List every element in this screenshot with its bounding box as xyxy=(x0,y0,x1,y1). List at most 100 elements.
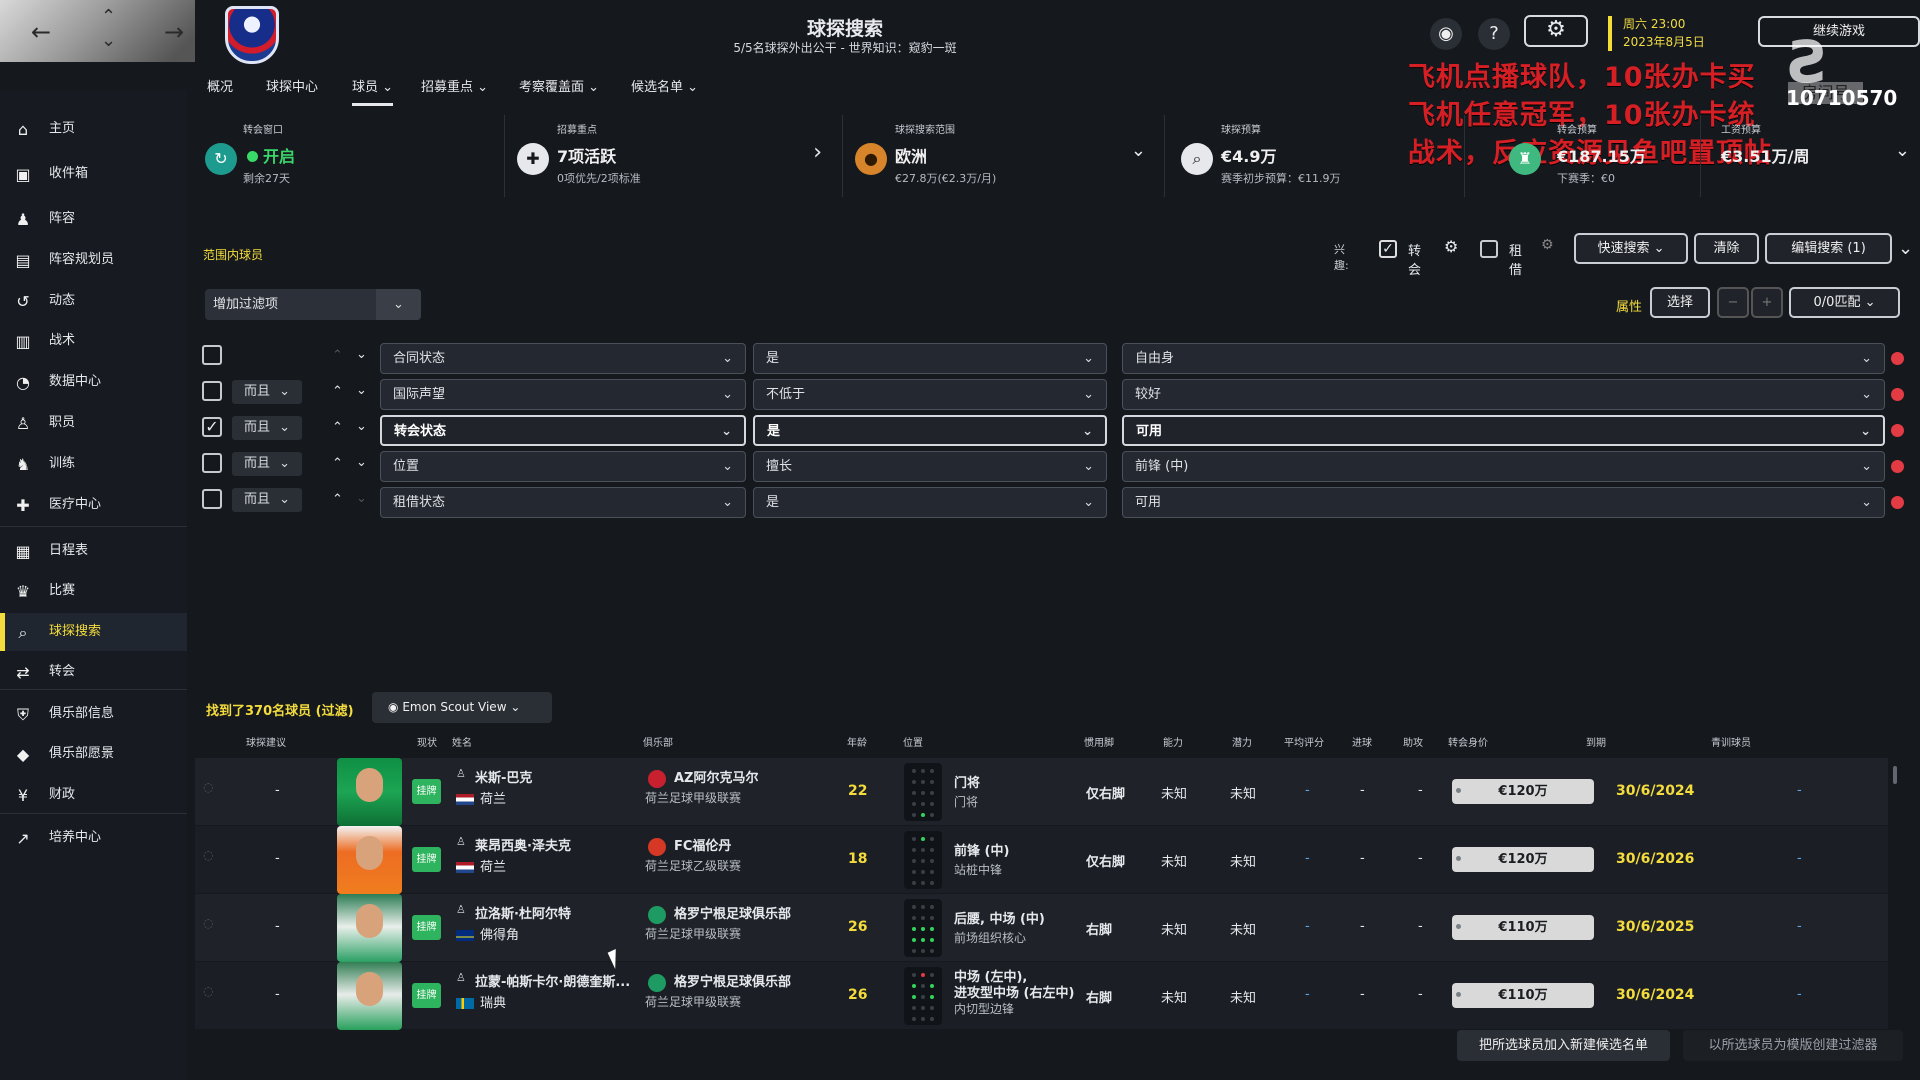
add-filter-dropdown[interactable]: 增加过滤项 ⌄ xyxy=(205,289,421,320)
sidebar-item-8[interactable]: ♞ 训练 xyxy=(0,445,187,483)
sidebar-item-5[interactable]: ▥ 战术 xyxy=(0,322,187,360)
player-photo[interactable] xyxy=(337,826,402,894)
move-down-icon[interactable]: ⌄ xyxy=(356,383,367,398)
move-up-icon[interactable]: ⌃ xyxy=(332,420,343,435)
chevron-right-icon[interactable]: › xyxy=(813,140,822,165)
chevron-down-icon[interactable]: ⌄ xyxy=(1898,238,1913,259)
help-icon[interactable]: ? xyxy=(1478,18,1510,50)
move-up-icon[interactable]: ⌃ xyxy=(332,456,343,471)
rule-value-dropdown[interactable]: 较好 ⌄ xyxy=(1122,379,1885,410)
rule-value-dropdown[interactable]: 可用 ⌄ xyxy=(1122,415,1885,446)
transfer-gear-icon[interactable]: ⚙ xyxy=(1444,237,1458,256)
transfer-window-card[interactable]: ↻ 转会窗口 开启 剩余27天 xyxy=(197,115,505,197)
tab-recruitment-focus[interactable]: 招募重点 ⌄ xyxy=(421,76,488,95)
remove-rule-icon[interactable] xyxy=(1891,388,1904,401)
tab-scout-center[interactable]: 球探中心 xyxy=(266,76,318,95)
minus-button[interactable]: − xyxy=(1717,287,1749,318)
column-header[interactable]: 姓名 xyxy=(452,734,472,749)
remove-rule-icon[interactable] xyxy=(1891,424,1904,437)
rule-field-dropdown[interactable]: 合同状态 ⌄ xyxy=(380,343,746,374)
edit-search-button[interactable]: 编辑搜索 (1) xyxy=(1765,233,1892,264)
world-icon[interactable]: ◉ xyxy=(1430,18,1462,50)
loan-gear-icon[interactable]: ⚙ xyxy=(1541,237,1554,253)
move-up-icon[interactable]: ⌃ xyxy=(332,384,343,399)
rule-logic-dropdown[interactable]: 而且 ⌄ xyxy=(232,380,302,404)
match-dropdown[interactable]: 0/0匹配 ⌄ xyxy=(1789,287,1900,318)
column-header[interactable]: 年龄 xyxy=(847,734,867,749)
sidebar-item-2[interactable]: ♟ 阵容 xyxy=(0,200,187,238)
chevron-down-icon[interactable]: ⌄ xyxy=(376,289,421,320)
chevron-down-icon[interactable]: ⌄ xyxy=(1131,140,1146,161)
scouting-budget-card[interactable]: ⌕ 球探预算 €4.9万 赛季初步预算：€11.9万 xyxy=(1165,115,1465,197)
player-photo[interactable] xyxy=(337,894,402,962)
sidebar-item-16[interactable]: ¥ 财政 xyxy=(0,776,187,814)
clear-button[interactable]: 清除 xyxy=(1694,233,1759,264)
move-down-icon[interactable]: ⌄ xyxy=(356,455,367,470)
rule-field-dropdown[interactable]: 租借状态 ⌄ xyxy=(380,487,746,518)
sidebar-item-13[interactable]: ⇄ 转会 xyxy=(0,653,187,691)
sidebar-item-3[interactable]: ▤ 阵容规划员 xyxy=(0,241,187,279)
rule-value-dropdown[interactable]: 可用 ⌄ xyxy=(1122,487,1885,518)
select-button[interactable]: 选择 xyxy=(1650,287,1710,318)
rule-op-dropdown[interactable]: 是 ⌄ xyxy=(753,487,1107,518)
transfer-value[interactable]: €110万 xyxy=(1452,983,1594,1008)
column-header[interactable]: 现状 xyxy=(417,734,437,749)
remove-rule-icon[interactable] xyxy=(1891,352,1904,365)
sidebar-item-11[interactable]: ♛ 比赛 xyxy=(0,572,187,610)
column-header[interactable]: 俱乐部 xyxy=(643,734,673,749)
column-header[interactable]: 球探建议 xyxy=(246,734,286,749)
quick-search-button[interactable]: 快速搜索 ⌄ xyxy=(1574,233,1688,264)
plus-button[interactable]: + xyxy=(1751,287,1783,318)
tab-players[interactable]: 球员 ⌄ xyxy=(352,76,394,106)
column-header[interactable]: 惯用脚 xyxy=(1084,734,1114,749)
sidebar-item-6[interactable]: ◔ 数据中心 xyxy=(0,363,187,401)
sidebar-item-0[interactable]: ⌂ 主页 xyxy=(0,110,187,148)
remove-rule-icon[interactable] xyxy=(1891,496,1904,509)
move-down-icon[interactable]: ⌄ xyxy=(356,347,367,362)
rule-field-dropdown[interactable]: 位置 ⌄ xyxy=(380,451,746,482)
forward-arrow-icon[interactable]: → xyxy=(164,18,184,46)
rule-logic-dropdown[interactable]: 而且 ⌄ xyxy=(232,452,302,476)
settings-gear-icon[interactable]: ⚙ xyxy=(1524,15,1588,47)
results-scrollbar[interactable] xyxy=(1893,766,1897,784)
add-to-new-shortlist-button[interactable]: 把所选球员加入新建候选名单 xyxy=(1457,1030,1670,1061)
column-header[interactable]: 助攻 xyxy=(1403,734,1423,749)
column-header[interactable]: 平均评分 xyxy=(1284,734,1324,749)
transfer-budget-card[interactable]: ♜ 转会预算 €187.15万 下赛季：€0 xyxy=(1505,115,1701,197)
rule-field-dropdown[interactable]: 转会状态 ⌄ xyxy=(380,415,746,446)
sidebar-item-4[interactable]: ↺ 动态 xyxy=(0,282,187,320)
tab-shortlist[interactable]: 候选名单 ⌄ xyxy=(631,76,698,95)
scouting-range-card[interactable]: ● 球探搜索范围 欧洲 €27.8万(€2.3万/月) ⌄ xyxy=(843,115,1165,197)
rule-value-dropdown[interactable]: 自由身 ⌄ xyxy=(1122,343,1885,374)
rule-logic-dropdown[interactable]: 而且 ⌄ xyxy=(232,416,302,440)
sidebar-item-9[interactable]: ✚ 医疗中心 xyxy=(0,486,187,524)
column-header[interactable]: 潜力 xyxy=(1232,734,1252,749)
player-photo[interactable] xyxy=(337,758,402,826)
move-down-icon[interactable]: ⌄ xyxy=(356,419,367,434)
column-header[interactable]: 到期 xyxy=(1586,734,1606,749)
move-down-icon[interactable]: ⌄ xyxy=(356,491,367,506)
sidebar-item-17[interactable]: ↗ 培养中心 xyxy=(0,819,187,857)
remove-rule-icon[interactable] xyxy=(1891,460,1904,473)
rule-op-dropdown[interactable]: 是 ⌄ xyxy=(753,343,1107,374)
column-header[interactable]: 转会身价 xyxy=(1448,734,1488,749)
club-logo[interactable] xyxy=(225,6,279,64)
move-up-icon[interactable]: ⌃ xyxy=(332,348,343,363)
column-header[interactable]: 能力 xyxy=(1163,734,1183,749)
wage-budget-card[interactable]: 工资预算 €3.51万/周 ⌄ xyxy=(1701,115,1920,197)
recruitment-focus-card[interactable]: ✚ 招募重点 7项活跃 0项优先/2项标准 › xyxy=(505,115,843,197)
rule-checkbox[interactable]: ✓ xyxy=(202,417,222,437)
column-header[interactable]: 位置 xyxy=(903,734,923,749)
sidebar-item-7[interactable]: ♙ 职员 xyxy=(0,404,187,442)
rule-logic-dropdown[interactable]: 而且 ⌄ xyxy=(232,488,302,512)
sidebar-item-12[interactable]: ⌕ 球探搜索 xyxy=(0,613,187,651)
tab-coverage[interactable]: 考察覆盖面 ⌄ xyxy=(519,76,599,95)
loan-checkbox[interactable] xyxy=(1480,240,1498,258)
rule-checkbox[interactable] xyxy=(202,489,222,509)
player-photo[interactable] xyxy=(337,962,402,1030)
tab-overview[interactable]: 概况 xyxy=(207,76,233,95)
sidebar-item-1[interactable]: ▣ 收件箱 xyxy=(0,155,187,193)
rule-value-dropdown[interactable]: 前锋 (中) ⌄ xyxy=(1122,451,1885,482)
rule-checkbox[interactable] xyxy=(202,381,222,401)
column-header[interactable]: 进球 xyxy=(1352,734,1372,749)
